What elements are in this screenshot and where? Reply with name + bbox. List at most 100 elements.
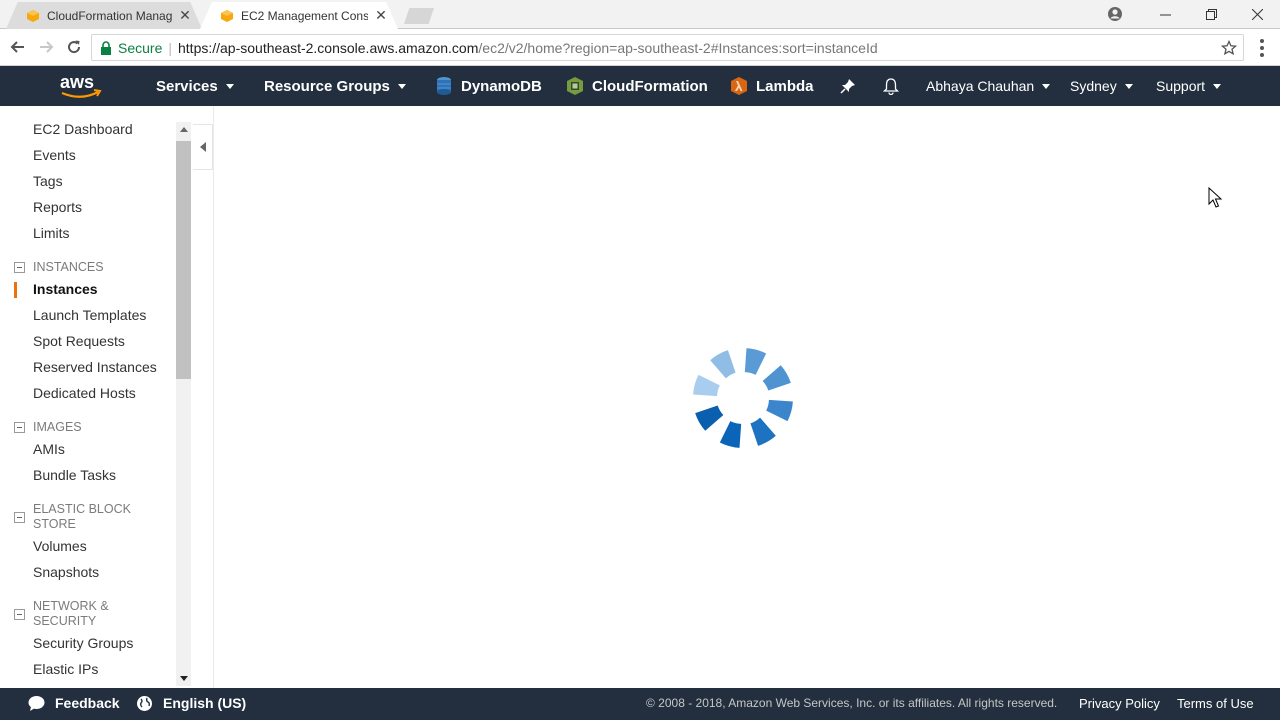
sidebar-item-elastic-ips[interactable]: Elastic IPs <box>33 661 98 677</box>
sidebar-item-reports[interactable]: Reports <box>33 199 82 215</box>
back-arrow-icon[interactable] <box>8 37 28 57</box>
feedback-label: Feedback <box>55 695 120 711</box>
secure-label: Secure <box>118 39 163 56</box>
section-title-instances: INSTANCES <box>33 260 104 274</box>
section-title-network-security: NETWORK & SECURITY <box>33 599 109 628</box>
user-menu[interactable]: Abhaya Chauhan <box>926 66 1051 106</box>
tab-title: CloudFormation Manage <box>47 8 172 23</box>
restore-icon[interactable] <box>1188 0 1234 29</box>
aws-favicon-icon <box>26 9 40 23</box>
region-name: Sydney <box>1070 78 1117 94</box>
feedback-link[interactable]: Feedback <box>28 688 120 718</box>
pin-icon[interactable] <box>840 66 856 106</box>
chevron-down-icon <box>225 83 234 89</box>
ec2-sidebar: EC2 Dashboard Events Tags Reports Limits… <box>0 106 192 688</box>
sidebar-item-tags[interactable]: Tags <box>33 173 63 189</box>
browser-menu-icon[interactable] <box>1254 39 1270 57</box>
sidebar-scrollbar[interactable] <box>176 122 191 686</box>
sidebar-item-spot-requests[interactable]: Spot Requests <box>33 333 125 349</box>
sidebar-item-dedicated-hosts[interactable]: Dedicated Hosts <box>33 385 136 401</box>
sidebar-item-events[interactable]: Events <box>33 147 76 163</box>
profile-icon[interactable] <box>1106 5 1124 23</box>
mouse-cursor-icon <box>1208 187 1222 208</box>
services-label: Services <box>156 77 218 95</box>
sidebar-item-volumes[interactable]: Volumes <box>33 538 87 554</box>
browser-tab-cloudformation[interactable]: CloudFormation Manage ✕ <box>6 2 202 29</box>
scroll-up-icon[interactable] <box>180 127 188 132</box>
cloudformation-icon <box>566 76 584 96</box>
terms-of-use-link[interactable]: Terms of Use <box>1177 688 1254 718</box>
section-title-images: IMAGES <box>33 420 82 434</box>
chevron-down-icon <box>1042 83 1051 89</box>
sidebar-item-launch-templates[interactable]: Launch Templates <box>33 307 146 323</box>
chevron-down-icon <box>1124 83 1133 89</box>
dynamodb-icon <box>435 76 453 96</box>
browser-tab-ec2[interactable]: EC2 Management Conso ✕ <box>200 2 398 29</box>
close-icon[interactable]: ✕ <box>374 7 388 23</box>
sidebar-item-ec2-dashboard[interactable]: EC2 Dashboard <box>33 121 133 137</box>
aws-logo-text: aws <box>60 72 94 92</box>
sidebar-item-limits[interactable]: Limits <box>33 225 70 241</box>
aws-favicon-icon <box>220 9 234 23</box>
resource-groups-label: Resource Groups <box>264 77 390 95</box>
address-bar[interactable]: Secure | https://ap-southeast-2.console.… <box>91 34 1244 61</box>
support-label: Support <box>1156 78 1206 94</box>
language-selector[interactable]: English (US) <box>136 688 246 718</box>
aws-footer: Feedback English (US) © 2008 - 2018, Ama… <box>0 688 1280 720</box>
support-menu[interactable]: Support <box>1156 66 1222 106</box>
sidebar-item-bundle-tasks[interactable]: Bundle Tasks <box>33 467 116 483</box>
bell-icon[interactable] <box>882 66 900 106</box>
active-indicator <box>14 282 17 298</box>
reload-icon[interactable] <box>64 37 84 57</box>
copyright-text: © 2008 - 2018, Amazon Web Services, Inc.… <box>646 696 1058 710</box>
sidebar-item-amis[interactable]: AMIs <box>33 441 65 457</box>
loading-spinner-icon <box>693 348 793 448</box>
user-name: Abhaya Chauhan <box>926 78 1035 94</box>
chevron-left-icon <box>199 142 206 152</box>
window-controls <box>1142 0 1280 29</box>
collapse-ebs-icon[interactable] <box>14 512 25 523</box>
minimize-icon[interactable] <box>1142 0 1188 29</box>
bookmark-star-icon[interactable] <box>1220 39 1238 56</box>
scroll-thumb[interactable] <box>176 141 191 379</box>
url-host: https://ap-southeast-2.console.aws.amazo… <box>178 39 479 56</box>
collapse-network-icon[interactable] <box>14 609 25 620</box>
collapse-instances-icon[interactable] <box>14 262 25 273</box>
aws-top-nav: aws Services Resource Groups DynamoDB Cl… <box>0 66 1280 106</box>
close-window-icon[interactable] <box>1234 0 1280 29</box>
url-path: /ec2/v2/home?region=ap-southeast-2#Insta… <box>478 39 878 56</box>
region-menu[interactable]: Sydney <box>1070 66 1133 106</box>
speech-bubble-icon <box>28 695 45 712</box>
sidebar-item-reserved-instances[interactable]: Reserved Instances <box>33 359 157 375</box>
lambda-icon <box>730 76 748 96</box>
chevron-down-icon <box>1213 83 1222 89</box>
privacy-policy-link[interactable]: Privacy Policy <box>1079 688 1160 718</box>
forward-arrow-icon[interactable] <box>36 37 56 57</box>
browser-toolbar: Secure | https://ap-southeast-2.console.… <box>0 29 1280 66</box>
shortcut-cloudformation[interactable]: CloudFormation <box>566 66 708 106</box>
scroll-down-icon[interactable] <box>180 676 188 681</box>
lock-icon <box>100 40 112 55</box>
chevron-down-icon <box>397 83 406 89</box>
shortcut-label: CloudFormation <box>592 77 708 95</box>
aws-logo[interactable]: aws <box>56 71 106 101</box>
collapse-sidebar-button[interactable] <box>193 124 213 170</box>
sidebar-item-instances[interactable]: Instances <box>33 281 98 297</box>
globe-icon <box>136 695 153 712</box>
sidebar-item-snapshots[interactable]: Snapshots <box>33 564 99 580</box>
section-title-elastic-block-store: ELASTIC BLOCK STORE <box>33 502 131 531</box>
shortcut-label: DynamoDB <box>461 77 542 95</box>
close-icon[interactable]: ✕ <box>178 7 192 23</box>
sidebar-item-security-groups[interactable]: Security Groups <box>33 635 133 651</box>
services-menu[interactable]: Services <box>156 66 234 106</box>
shortcut-dynamodb[interactable]: DynamoDB <box>435 66 542 106</box>
collapse-images-icon[interactable] <box>14 422 25 433</box>
browser-tabstrip: CloudFormation Manage ✕ EC2 Management C… <box>0 0 1280 29</box>
content-divider <box>213 106 214 688</box>
new-tab-button[interactable] <box>404 8 434 24</box>
shortcut-lambda[interactable]: Lambda <box>730 66 814 106</box>
tab-title: EC2 Management Conso <box>241 8 368 23</box>
resource-groups-menu[interactable]: Resource Groups <box>264 66 406 106</box>
language-label: English (US) <box>163 695 247 711</box>
shortcut-label: Lambda <box>756 77 814 95</box>
